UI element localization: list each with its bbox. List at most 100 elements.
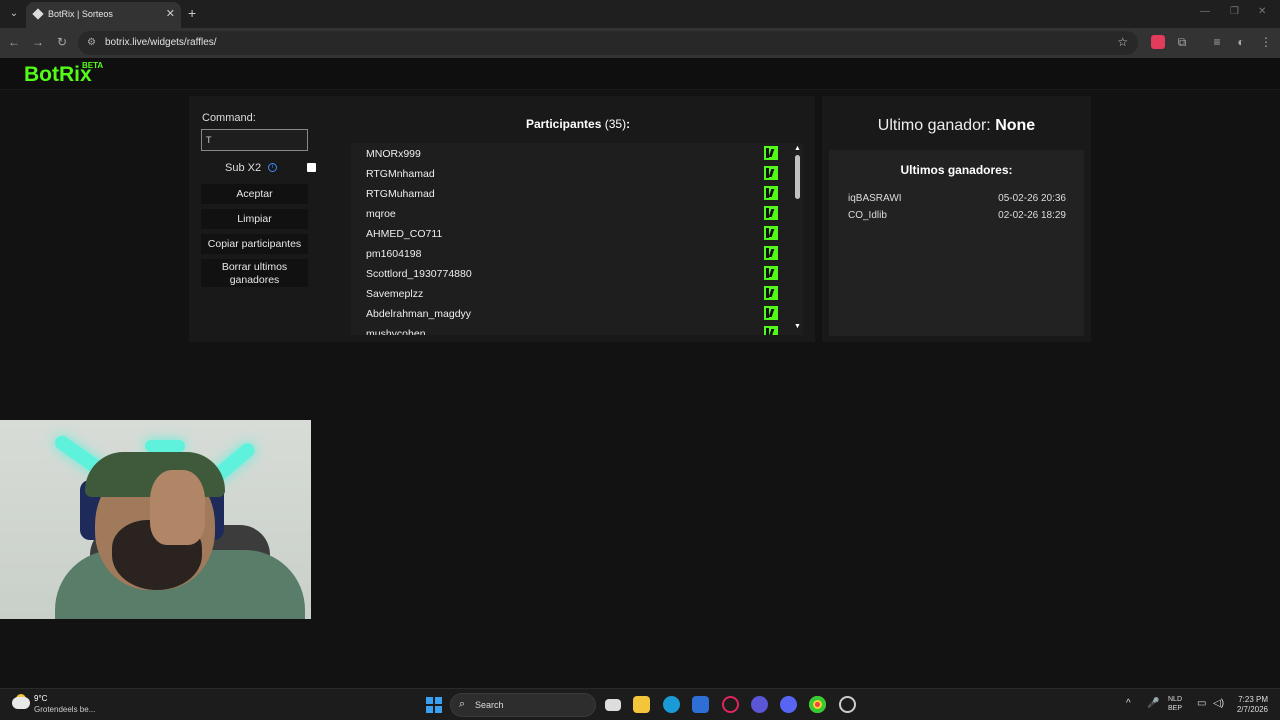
opera-icon[interactable] bbox=[722, 696, 739, 713]
winner-row: iqBASRAWI 05-02-26 20:36 bbox=[848, 193, 1066, 207]
participant-row: mushycohen bbox=[351, 324, 791, 335]
winners-panel: Ultimo ganador: None Ultimos ganadores: … bbox=[822, 96, 1091, 342]
participant-name: RTGMuhamad bbox=[366, 188, 435, 200]
site-info-icon[interactable]: ⚙ bbox=[87, 37, 96, 48]
weather-cloud-icon[interactable] bbox=[12, 697, 30, 709]
address-url: botrix.live/widgets/raffles/ bbox=[105, 37, 217, 48]
participant-name: RTGMnhamad bbox=[366, 168, 435, 180]
participant-name: Scottlord_1930774880 bbox=[366, 268, 472, 280]
clock-date: 2/7/2026 bbox=[1236, 705, 1268, 714]
winners-history: Ultimos ganadores: iqBASRAWI 05-02-26 20:… bbox=[829, 150, 1084, 336]
obs-icon[interactable] bbox=[839, 696, 856, 713]
sub-x2-label: Sub X2 bbox=[225, 162, 262, 174]
tray-chevron-icon[interactable]: ^ bbox=[1126, 698, 1131, 709]
minimize-icon[interactable]: — bbox=[1200, 6, 1210, 17]
participant-row: Scottlord_1930774880 bbox=[351, 264, 791, 284]
tab-search-dropdown-icon[interactable]: ⌄ bbox=[5, 5, 23, 23]
extension-icon[interactable] bbox=[1151, 35, 1165, 49]
new-tab-icon[interactable]: + bbox=[188, 5, 196, 21]
extensions-puzzle-icon[interactable]: ⧉ bbox=[1174, 35, 1190, 50]
participants-count: (35) bbox=[604, 117, 627, 131]
windows-taskbar: 9°C Grotendeels be... ⌕ Search ^ 🎤 NLD BE… bbox=[0, 688, 1280, 720]
tab-title: BotRix | Sorteos bbox=[48, 9, 113, 19]
winner-name: iqBASRAWI bbox=[848, 193, 902, 204]
close-window-icon[interactable]: ✕ bbox=[1258, 6, 1266, 17]
participant-row: pm1604198 bbox=[351, 244, 791, 264]
language-indicator[interactable]: NLD BEP bbox=[1168, 695, 1182, 713]
scroll-thumb[interactable] bbox=[795, 155, 800, 199]
participant-row: RTGMuhamad bbox=[351, 184, 791, 204]
weather-temp: 9°C bbox=[34, 694, 48, 703]
media-control-icon[interactable]: ≡ bbox=[1209, 35, 1225, 49]
participants-scrollbar[interactable]: ▲ ▼ bbox=[792, 143, 803, 335]
command-input[interactable] bbox=[201, 129, 308, 151]
language-code: NLD bbox=[1168, 696, 1183, 703]
accept-button[interactable]: Aceptar bbox=[201, 184, 308, 204]
winner-date: 02-02-26 18:29 bbox=[998, 210, 1066, 221]
participants-list[interactable]: mushycohen Abdelrahman_magdyy Savemeplzz Sc… bbox=[351, 143, 803, 335]
restore-icon[interactable]: ❐ bbox=[1230, 6, 1239, 17]
reload-icon[interactable]: ↻ bbox=[54, 35, 70, 49]
kick-icon bbox=[764, 146, 778, 160]
beta-badge: BETA bbox=[82, 61, 104, 70]
forward-icon[interactable]: → bbox=[30, 35, 46, 49]
edge-icon[interactable] bbox=[663, 696, 680, 713]
participant-name: MNORx999 bbox=[366, 148, 421, 160]
app-header: BotRix BETA bbox=[0, 58, 1280, 90]
clock[interactable]: 7:23 PM 2/7/2026 bbox=[1228, 695, 1268, 715]
sub-x2-checkbox[interactable] bbox=[307, 163, 316, 172]
command-label: Command: bbox=[202, 112, 256, 124]
last-winner: Ultimo ganador: None bbox=[822, 117, 1091, 135]
participant-name: mushycohen bbox=[366, 328, 426, 335]
delete-winners-button[interactable]: Borrar ultimos ganadores bbox=[201, 259, 308, 287]
participant-name: pm1604198 bbox=[366, 248, 422, 260]
kick-icon bbox=[764, 186, 778, 200]
app-icon[interactable] bbox=[751, 696, 768, 713]
search-icon: ⌕ bbox=[459, 698, 466, 710]
discord-icon[interactable] bbox=[780, 696, 797, 713]
browser-tab[interactable]: BotRix | Sorteos ✕ bbox=[26, 2, 181, 28]
participants-title-colon: : bbox=[626, 117, 631, 131]
participants-title-text: Participantes bbox=[526, 117, 602, 131]
participant-name: Abdelrahman_magdyy bbox=[366, 308, 472, 320]
search-placeholder: Search bbox=[475, 700, 504, 710]
browser-toolbar: ← → ↻ ⚙ botrix.live/widgets/raffles/ ☆ ⧉… bbox=[0, 28, 1280, 58]
volume-icon[interactable]: ◁) bbox=[1213, 698, 1224, 709]
kick-icon bbox=[764, 266, 778, 280]
taskbar-search[interactable]: ⌕ Search bbox=[450, 693, 596, 717]
network-icon[interactable]: ▭ bbox=[1197, 698, 1206, 709]
kick-icon bbox=[764, 166, 778, 180]
profile-icon[interactable]: ◐ bbox=[1233, 35, 1249, 49]
scroll-up-icon[interactable]: ▲ bbox=[794, 145, 801, 152]
store-icon[interactable] bbox=[692, 696, 709, 713]
address-bar[interactable]: ⚙ botrix.live/widgets/raffles/ ☆ bbox=[78, 31, 1138, 55]
participant-name: mqroe bbox=[366, 208, 396, 220]
task-view-icon[interactable] bbox=[605, 699, 621, 711]
microphone-icon[interactable]: 🎤 bbox=[1147, 698, 1159, 709]
kick-icon bbox=[764, 206, 778, 220]
participant-row: Savemeplzz bbox=[351, 284, 791, 304]
kick-icon bbox=[764, 246, 778, 260]
menu-dots-icon[interactable]: ⋮ bbox=[1258, 35, 1274, 49]
tab-favicon-icon bbox=[32, 8, 44, 20]
kick-icon bbox=[764, 326, 778, 335]
clock-time: 7:23 PM bbox=[1238, 695, 1268, 704]
clear-button[interactable]: Limpiar bbox=[201, 209, 308, 229]
raffle-panel: Command: Sub X2 i Aceptar Limpiar Copiar… bbox=[189, 96, 815, 342]
webcam-overlay bbox=[0, 420, 311, 619]
info-icon[interactable]: i bbox=[268, 163, 277, 172]
tab-close-icon[interactable]: ✕ bbox=[166, 7, 175, 20]
back-icon[interactable]: ← bbox=[6, 35, 22, 49]
bookmark-star-icon[interactable]: ☆ bbox=[1117, 35, 1128, 49]
scroll-down-icon[interactable]: ▼ bbox=[794, 323, 801, 330]
participant-row: AHMED_CO711 bbox=[351, 224, 791, 244]
kick-icon bbox=[764, 226, 778, 240]
copy-participants-button[interactable]: Copiar participantes bbox=[201, 234, 308, 254]
chrome-icon[interactable] bbox=[809, 696, 826, 713]
kick-icon bbox=[764, 286, 778, 300]
winners-history-title: Ultimos ganadores: bbox=[900, 163, 1013, 177]
keyboard-layout: BEP bbox=[1168, 705, 1183, 712]
file-explorer-icon[interactable] bbox=[633, 696, 650, 713]
participant-row: Abdelrahman_magdyy bbox=[351, 304, 791, 324]
start-icon[interactable] bbox=[426, 697, 442, 713]
